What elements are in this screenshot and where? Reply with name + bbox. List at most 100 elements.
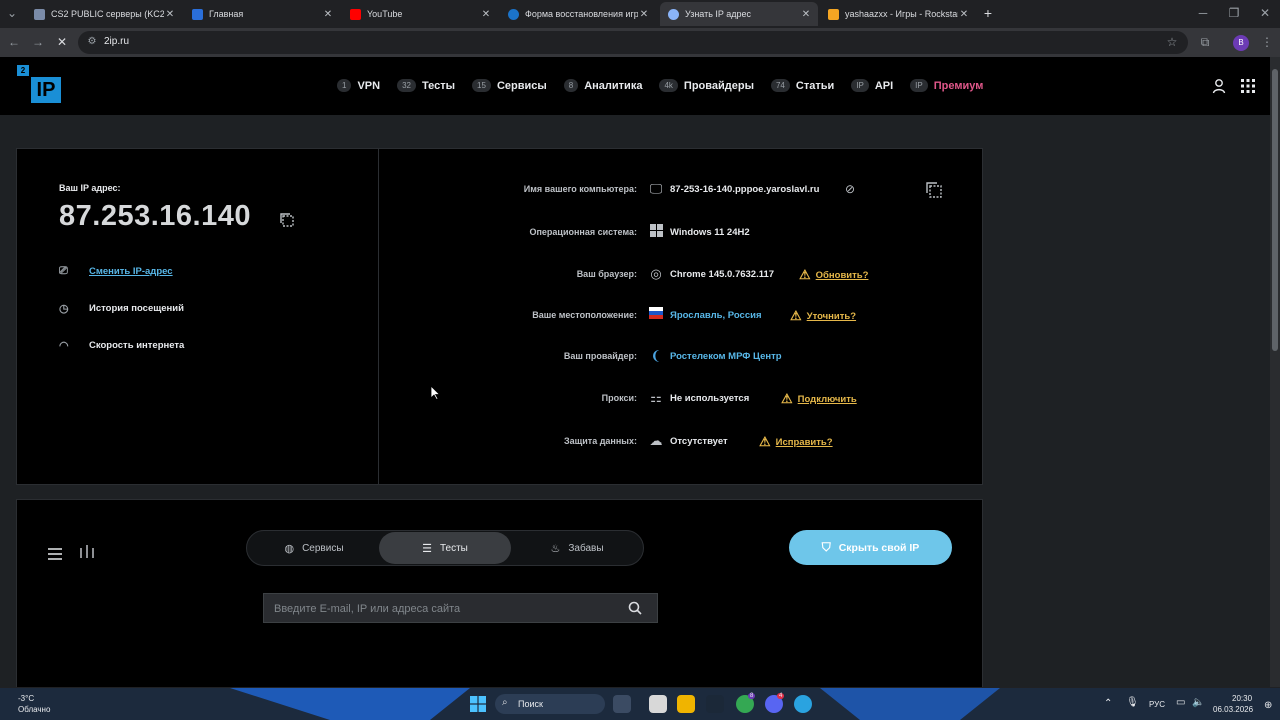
- nav-badge: 74: [770, 79, 790, 92]
- grid-view-icon[interactable]: [80, 545, 94, 559]
- windows-icon: [647, 224, 665, 242]
- fix-protection-link[interactable]: ⚠ Исправить?: [759, 434, 833, 450]
- close-window-button[interactable]: ✕: [1257, 6, 1273, 20]
- extensions-icon[interactable]: ⧉: [1197, 35, 1213, 50]
- tab-recovery-form[interactable]: Форма восстановления игрового ✕: [500, 2, 656, 26]
- clock-date[interactable]: 06.03.2026: [1213, 705, 1253, 714]
- browser-menu-icon[interactable]: ⋮: [1259, 35, 1275, 49]
- tab-search-icon[interactable]: ⌄: [4, 6, 20, 20]
- forward-button[interactable]: →: [30, 35, 46, 49]
- close-tab-icon[interactable]: ✕: [800, 9, 812, 20]
- nav-providers[interactable]: 4k Провайдеры: [659, 79, 754, 92]
- site-logo[interactable]: IP: [31, 77, 61, 103]
- tab-2ip[interactable]: Узнать IP адрес ✕: [660, 2, 818, 26]
- change-ip-link[interactable]: ⎚ Сменить IP-адрес: [59, 265, 173, 278]
- visit-history-link[interactable]: ◷ История посещений: [59, 302, 184, 315]
- profile-avatar[interactable]: B: [1233, 35, 1249, 51]
- scrollbar-thumb[interactable]: [1272, 69, 1278, 351]
- steam-icon[interactable]: [706, 695, 724, 713]
- reload-stop-button[interactable]: ✕: [54, 35, 70, 49]
- row-computer-name: Имя вашего компьютера: 🖵 87-253-16-140.p…: [397, 181, 977, 199]
- start-windows-icon[interactable]: [470, 696, 486, 712]
- search-icon[interactable]: [628, 601, 642, 615]
- network-icon[interactable]: ▭: [1176, 697, 1185, 708]
- tray-chevron-icon[interactable]: ⌃: [1104, 698, 1112, 709]
- nav-services[interactable]: 15 Сервисы: [472, 79, 547, 92]
- connect-proxy-link[interactable]: ⚠ Подключить: [781, 391, 857, 407]
- update-browser-link[interactable]: ⚠ Обновить?: [799, 267, 868, 283]
- refine-location-link[interactable]: ⚠ Уточнить?: [790, 308, 856, 324]
- nav-badge: 4k: [659, 79, 678, 92]
- ip-info-panel: Ваш IP адрес: 87.253.16.140 ⎚ Сменить IP-…: [16, 148, 983, 485]
- segment-fun[interactable]: ♨ Забавы: [511, 532, 643, 564]
- home-favicon-icon: [192, 8, 203, 20]
- nav-badge: 15: [472, 79, 491, 92]
- category-switch: ◍ Сервисы ☰ Тесты ♨ Забавы: [246, 530, 644, 566]
- tools-panel: ◍ Сервисы ☰ Тесты ♨ Забавы ⛉ Скрыть свой IP: [16, 499, 983, 687]
- weather-temp[interactable]: -3°C: [18, 694, 34, 703]
- tab-home[interactable]: Главная ✕: [184, 2, 340, 26]
- new-tab-button[interactable]: +: [980, 5, 996, 21]
- nav-analytics[interactable]: 8 Аналитика: [563, 79, 642, 92]
- file-explorer-icon[interactable]: [649, 695, 667, 713]
- segment-tests[interactable]: ☰ Тесты: [379, 532, 511, 564]
- page-scrollbar[interactable]: [1270, 57, 1280, 687]
- notifications-icon[interactable]: ⊕: [1264, 700, 1272, 711]
- weather-desc[interactable]: Облачно: [18, 705, 50, 714]
- close-tab-icon[interactable]: ✕: [958, 9, 970, 20]
- address-bar[interactable]: ⚙ 2ip.ru ☆: [78, 31, 1188, 54]
- minimize-button[interactable]: ─: [1195, 6, 1211, 20]
- hamburger-menu-icon[interactable]: [48, 547, 62, 560]
- tab-rockstar[interactable]: yashaazxx - Игры - Rockstar Ga ✕: [820, 2, 976, 26]
- cloud-lock-icon: ☁: [649, 433, 663, 448]
- cake-icon: ♨: [550, 542, 561, 555]
- nav-articles[interactable]: 74 Статьи: [770, 79, 834, 92]
- clock-time[interactable]: 20:30: [1232, 694, 1252, 703]
- microphone-icon[interactable]: 🎙: [1126, 697, 1139, 708]
- youtube-icon: [350, 8, 361, 20]
- telegram-icon[interactable]: [794, 695, 812, 713]
- nav-vpn[interactable]: 1 VPN: [337, 79, 380, 92]
- pinned-app-icon[interactable]: [677, 695, 695, 713]
- volume-icon[interactable]: 🔈: [1192, 697, 1204, 708]
- windows-taskbar: -3°C Облачно ⌕ Поиск 8 4 ⌃ 🎙 РУС ▭ 🔈 20:…: [0, 688, 1280, 720]
- hide-eye-icon[interactable]: ⊘: [845, 182, 855, 196]
- warning-icon: ⚠: [790, 308, 802, 323]
- copy-ip-icon[interactable]: [278, 211, 296, 229]
- tab-cs2[interactable]: CS2 PUBLIC серверы (KC2) - yo ✕: [26, 2, 182, 26]
- search-input[interactable]: [274, 600, 614, 618]
- close-tab-icon[interactable]: ✕: [480, 9, 492, 20]
- ip-summary: Ваш IP адрес: 87.253.16.140 ⎚ Сменить IP-…: [17, 149, 379, 484]
- taskbar-search[interactable]: ⌕ Поиск: [495, 694, 605, 714]
- tab-youtube[interactable]: YouTube ✕: [342, 2, 498, 26]
- row-os: Операционная система: Windows 11 24H2: [397, 224, 977, 242]
- bookmark-star-icon[interactable]: ☆: [1164, 35, 1180, 49]
- segment-services[interactable]: ◍ Сервисы: [248, 532, 380, 564]
- rockstar-favicon-icon: [828, 8, 839, 20]
- internet-speed-link[interactable]: ◠ Скорость интернета: [59, 339, 184, 352]
- logo-superscript: 2: [17, 65, 29, 76]
- nav-tests[interactable]: 32 Тесты: [397, 79, 455, 92]
- history-icon: ◷: [59, 303, 69, 315]
- close-tab-icon[interactable]: ✕: [164, 9, 176, 20]
- apps-grid-icon[interactable]: [1241, 79, 1255, 93]
- warning-icon: ⚠: [781, 391, 793, 406]
- your-ip-label: Ваш IP адрес:: [59, 183, 121, 193]
- sliders-icon: ☰: [422, 542, 432, 555]
- back-button[interactable]: ←: [6, 35, 22, 49]
- tab-strip: ⌄ CS2 PUBLIC серверы (KC2) - yo ✕ Главна…: [0, 0, 1280, 28]
- monitor-icon: 🖵: [649, 181, 663, 196]
- nav-api[interactable]: IP API: [851, 79, 893, 92]
- nav-premium[interactable]: IP Премиум: [910, 79, 983, 92]
- language-indicator[interactable]: РУС: [1149, 700, 1165, 709]
- restore-button[interactable]: ❐: [1226, 6, 1242, 20]
- close-tab-icon[interactable]: ✕: [638, 9, 650, 20]
- hide-ip-button[interactable]: ⛉ Скрыть свой IP: [789, 530, 952, 565]
- row-provider: Ваш провайдер: ❨ Ростелеком МРФ Центр: [397, 348, 977, 366]
- user-icon[interactable]: [1212, 78, 1226, 94]
- close-tab-icon[interactable]: ✕: [322, 9, 334, 20]
- wallpaper-strip: [230, 688, 1000, 720]
- task-view-icon[interactable]: [613, 695, 631, 713]
- site-info-icon[interactable]: ⚙: [84, 36, 100, 47]
- url-text[interactable]: 2ip.ru: [104, 36, 129, 47]
